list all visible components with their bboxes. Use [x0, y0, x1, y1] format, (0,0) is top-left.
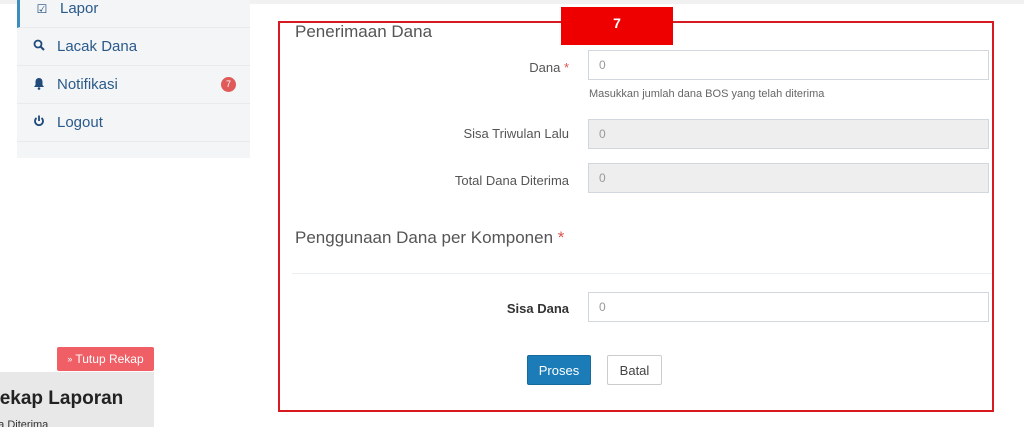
sidebar-item-logout[interactable]: Logout	[17, 104, 250, 142]
proses-button[interactable]: Proses	[527, 355, 591, 385]
required-mark: *	[557, 228, 565, 247]
dana-label: Dana *	[529, 60, 569, 75]
rekap-title: Rekap Laporan	[0, 388, 124, 409]
required-mark: *	[563, 60, 569, 75]
step-number-tag: 7	[561, 7, 673, 45]
tutup-rekap-label: Tutup Rekap	[75, 352, 144, 366]
dana-label-text: Dana	[529, 60, 561, 75]
sidebar-item-lapor[interactable]: ☑ Lapor	[17, 0, 250, 28]
sidebar-item-label: Lapor	[60, 0, 99, 17]
batal-button[interactable]: Batal	[607, 355, 662, 385]
sisa-triwulan-label: Sisa Triwulan Lalu	[463, 126, 570, 141]
check-square-icon: ☑	[36, 1, 48, 16]
sidebar-menu: ☑ Lapor Lacak Dana Notifikasi 7 Logout	[17, 0, 250, 158]
notification-badge: 7	[221, 77, 236, 92]
divider	[292, 273, 992, 274]
section-title-komponen: Penggunaan Dana per Komponen *	[295, 228, 564, 248]
chevron-double-down-icon: »	[67, 354, 73, 364]
dana-input[interactable]: 0	[588, 50, 989, 80]
total-dana-label: Total Dana Diterima	[454, 173, 569, 188]
rekap-subtitle: Dana Diterima	[0, 419, 49, 427]
bell-icon	[32, 77, 46, 93]
sisa-dana-field: 0	[588, 292, 989, 322]
search-icon	[32, 39, 46, 54]
sidebar-item-label: Notifikasi	[57, 76, 118, 93]
sisa-dana-label: Sisa Dana	[506, 301, 569, 316]
total-dana-field: 0	[588, 163, 989, 193]
sidebar-item-notifikasi[interactable]: Notifikasi 7	[17, 66, 250, 104]
sisa-triwulan-field: 0	[588, 119, 989, 149]
tutup-rekap-button[interactable]: » Tutup Rekap	[57, 347, 154, 371]
komponen-title-text: Penggunaan Dana per Komponen	[295, 228, 554, 247]
sidebar-item-label: Logout	[57, 114, 103, 131]
rekap-panel: Rekap Laporan Dana Diterima	[0, 372, 154, 427]
sidebar-item-lacak-dana[interactable]: Lacak Dana	[17, 28, 250, 66]
power-icon	[32, 115, 46, 130]
dana-help-text: Masukkan jumlah dana BOS yang telah dite…	[589, 88, 825, 100]
section-title-penerimaan: Penerimaan Dana	[295, 22, 433, 41]
sidebar-item-label: Lacak Dana	[57, 38, 138, 55]
